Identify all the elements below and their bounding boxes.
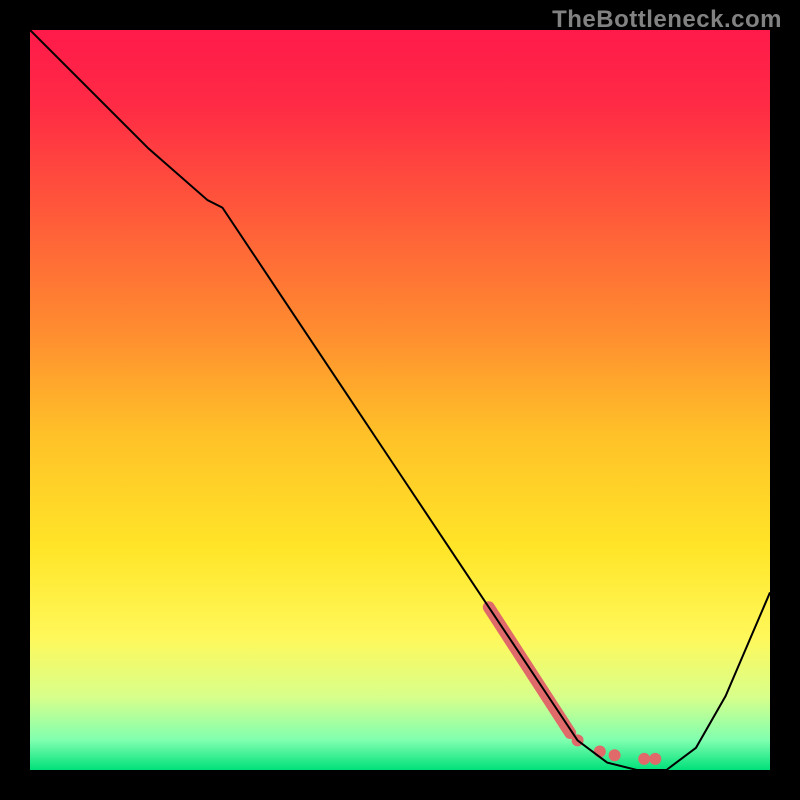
highlight-dot xyxy=(609,749,621,761)
chart-svg xyxy=(30,30,770,770)
plot-area xyxy=(30,30,770,770)
highlight-dot xyxy=(594,746,606,758)
highlight-dot xyxy=(649,753,661,765)
chart-frame: TheBottleneck.com xyxy=(0,0,800,800)
watermark-text: TheBottleneck.com xyxy=(552,6,782,34)
highlight-dot xyxy=(638,753,650,765)
